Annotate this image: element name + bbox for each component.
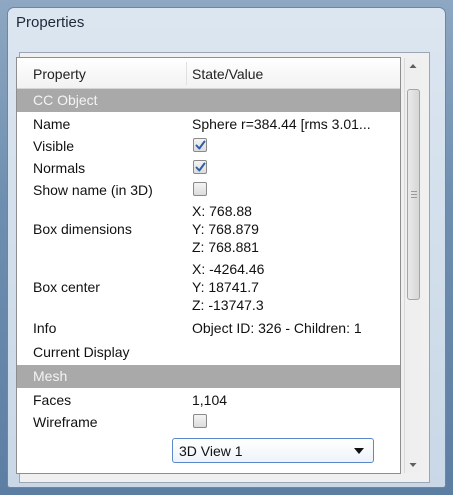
scroll-grip-icon (411, 191, 417, 199)
scroll-down-arrow-icon (409, 463, 417, 467)
table-header: Property State/Value (17, 58, 400, 89)
row-label: Box dimensions (33, 221, 132, 237)
row-name[interactable]: Name Sphere r=384.44 [rms 3.01... (17, 112, 400, 134)
section-cc-object[interactable]: CC Object (17, 89, 400, 112)
row-label: Faces (33, 392, 72, 408)
row-label: Normals (33, 160, 86, 176)
row-current-display: Current Display (17, 338, 400, 365)
visible-checkbox[interactable] (193, 138, 207, 152)
scroll-thumb[interactable] (407, 89, 420, 300)
box-center-z: Z: -13747.3 (192, 297, 264, 313)
check-icon (195, 140, 206, 150)
section-label: Mesh (33, 368, 68, 384)
row-label: Name (33, 116, 71, 132)
row-value: Sphere r=384.44 [rms 3.01... (192, 116, 371, 132)
wireframe-checkbox[interactable] (193, 414, 207, 428)
normals-checkbox[interactable] (193, 160, 207, 174)
row-box-center[interactable]: Box center X: -4264.46 Y: 18741.7 Z: -13… (17, 258, 400, 316)
header-property[interactable]: Property (33, 66, 86, 82)
row-info[interactable]: Info Object ID: 326 - Children: 1 (17, 316, 400, 338)
row-label: Visible (33, 138, 74, 154)
row-visible: Visible (17, 134, 400, 156)
row-show-name: Show name (in 3D) (17, 178, 400, 200)
row-wireframe: Wireframe (17, 410, 400, 432)
scroll-up-button[interactable] (405, 58, 421, 75)
box-center-x: X: -4264.46 (192, 261, 265, 277)
row-label: Wireframe (33, 414, 98, 430)
section-label: CC Object (33, 92, 98, 108)
current-display-dropdown[interactable]: 3D View 1 (172, 438, 374, 463)
row-value: Object ID: 326 - Children: 1 (192, 320, 362, 336)
properties-table: Property State/Value CC Object Name Sphe… (16, 57, 401, 474)
check-icon (195, 162, 206, 172)
row-label: Show name (in 3D) (33, 182, 153, 198)
row-label: Current Display (33, 344, 130, 360)
scroll-up-arrow-icon (409, 64, 417, 68)
box-dimensions-x: X: 768.88 (192, 203, 252, 219)
section-mesh[interactable]: Mesh (17, 365, 400, 388)
row-box-dimensions[interactable]: Box dimensions X: 768.88 Y: 768.879 Z: 7… (17, 200, 400, 258)
row-faces[interactable]: Faces 1,104 (17, 388, 400, 410)
header-divider[interactable] (186, 62, 187, 85)
scroll-down-button[interactable] (405, 456, 421, 473)
window-title: Properties (16, 14, 85, 31)
box-dimensions-y: Y: 768.879 (192, 221, 259, 237)
box-dimensions-z: Z: 768.881 (192, 239, 259, 255)
row-label: Info (33, 320, 57, 336)
box-center-y: Y: 18741.7 (192, 279, 259, 295)
show-name-checkbox[interactable] (193, 182, 207, 196)
header-state-value[interactable]: State/Value (192, 66, 263, 82)
current-display-value: 3D View 1 (179, 443, 243, 459)
row-label: Box center (33, 279, 100, 295)
row-normals: Normals (17, 156, 400, 178)
dropdown-arrow-icon (354, 448, 364, 454)
vertical-scrollbar[interactable] (404, 58, 421, 473)
row-value: 1,104 (192, 392, 228, 408)
